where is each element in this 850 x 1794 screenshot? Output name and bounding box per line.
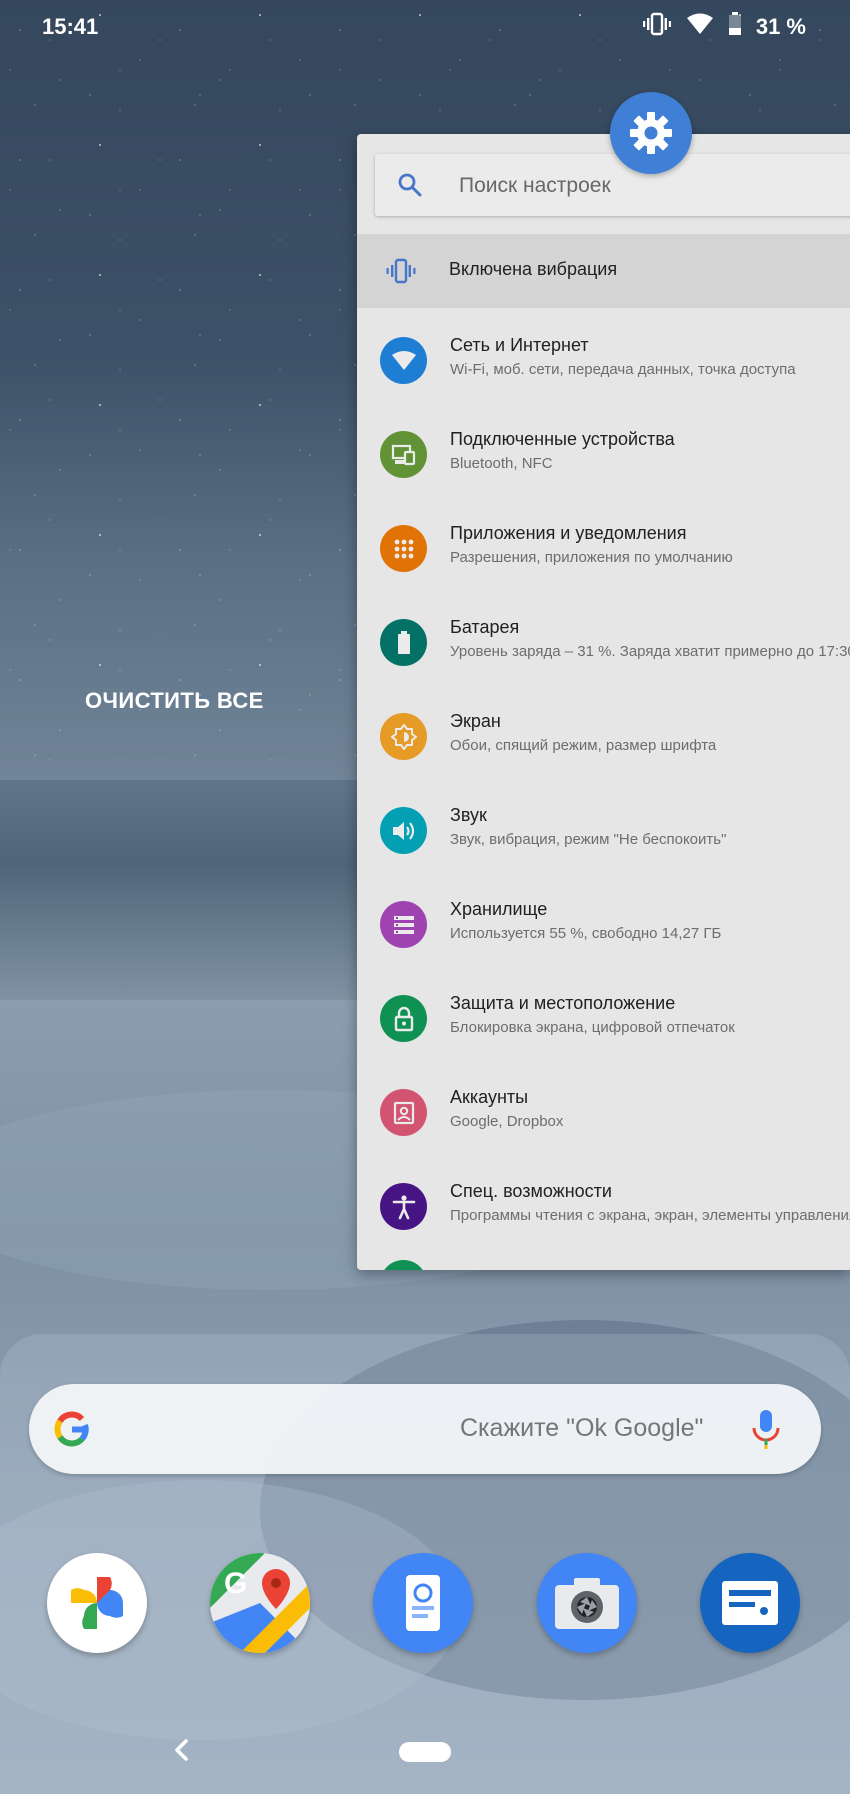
lock-icon [380,995,427,1042]
settings-item-title: Хранилище [450,899,548,919]
vibrate-icon [642,12,672,42]
settings-item-subtitle: Используется 55 %, свободно 14,27 ГБ [450,925,722,942]
battery-icon [728,12,742,42]
settings-item-title: Экран [450,711,501,731]
battery-icon [380,619,427,666]
search-icon [397,172,423,203]
settings-item-subtitle: Уровень заряда – 31 %. Заряда хватит при… [450,643,850,660]
storage-icon [380,901,427,948]
brightness-icon [380,713,427,760]
settings-search-placeholder: Поиск настроек [459,174,611,197]
settings-item-subtitle: Bluetooth, NFC [450,455,553,472]
settings-item-apps[interactable]: Приложения и уведомления Разрешения, при… [357,502,850,596]
account-icon [380,1089,427,1136]
search-hint: Скажите "Ok Google" [460,1414,704,1442]
messages-app[interactable] [700,1553,800,1653]
settings-item-connected-devices[interactable]: Подключенные устройства Bluetooth, NFC [357,408,850,502]
settings-item-sound[interactable]: Звук Звук, вибрация, режим "Не беспокоит… [357,784,850,878]
settings-app-card[interactable]: Поиск настроек Включена вибрация Сеть и … [357,134,850,1270]
accessibility-icon [380,1183,427,1230]
camera-app[interactable] [537,1553,637,1653]
settings-item-network[interactable]: Сеть и Интернет Wi-Fi, моб. сети, переда… [357,314,850,408]
settings-item-title: Сеть и Интернет [450,335,589,355]
gear-icon [630,112,672,154]
settings-item-storage[interactable]: Хранилище Используется 55 %, свободно 14… [357,878,850,972]
maps-icon: G [210,1553,310,1653]
google-logo-icon [51,1408,93,1455]
settings-app-icon[interactable] [610,92,692,174]
settings-item-subtitle: Разрешения, приложения по умолчанию [450,549,733,566]
battery-percent: 31 % [755,14,806,39]
clear-all-button[interactable]: ОЧИСТИТЬ ВСЕ [85,688,264,714]
settings-item-title: Спец. возможности [450,1181,612,1201]
condition-label: Включена вибрация [449,259,618,279]
settings-item-subtitle: Wi-Fi, моб. сети, передача данных, точка… [450,361,796,378]
wifi-icon [686,13,714,41]
next-item-icon [380,1260,427,1270]
settings-item-title: Батарея [450,617,520,637]
settings-item-subtitle: Google, Dropbox [450,1113,564,1130]
microphone-icon[interactable] [751,1408,781,1455]
settings-item-subtitle: Программы чтения с экрана, экран, элемен… [450,1207,850,1224]
settings-item-accessibility[interactable]: Спец. возможности Программы чтения с экр… [357,1160,850,1254]
maps-app[interactable]: G [210,1553,310,1653]
settings-item-title: Защита и местоположение [450,993,676,1013]
settings-item-title: Подключенные устройства [450,429,675,449]
settings-item-title: Аккаунты [450,1087,529,1107]
settings-item-display[interactable]: Экран Обои, спящий режим, размер шрифта [357,690,850,784]
settings-item-accounts[interactable]: Аккаунты Google, Dropbox [357,1066,850,1160]
settings-item-security[interactable]: Защита и местоположение Блокировка экран… [357,972,850,1066]
phone-app[interactable] [373,1553,473,1653]
navigation-bar [0,1710,850,1794]
settings-item-subtitle: Блокировка экрана, цифровой отпечаток [450,1019,735,1036]
volume-icon [380,807,427,854]
settings-item-subtitle: Обои, спящий режим, размер шрифта [450,737,717,754]
phone-icon [406,1575,440,1631]
settings-item-battery[interactable]: Батарея Уровень заряда – 31 %. Заряда хв… [357,596,850,690]
settings-search-bar[interactable]: Поиск настроек [375,154,850,216]
settings-item-title: Приложения и уведомления [450,523,687,543]
apps-icon [380,525,427,572]
status-bar: 15:41 31 % [0,0,850,56]
photos-app[interactable] [47,1553,147,1653]
home-button[interactable] [399,1742,451,1762]
google-search-widget[interactable]: Скажите "Ok Google" [29,1384,821,1474]
back-icon[interactable] [170,1734,194,1771]
settings-item-subtitle: Звук, вибрация, режим "Не беспокоить" [450,831,727,848]
clock: 15:41 [42,14,99,39]
devices-icon [380,431,427,478]
messages-icon [722,1581,778,1625]
vibration-condition-banner[interactable]: Включена вибрация [357,234,850,308]
photos-icon [71,1577,123,1629]
svg-text:G: G [224,1567,247,1600]
camera-icon [555,1578,619,1629]
vibrate-icon [385,258,417,289]
settings-item-title: Звук [450,805,487,825]
wifi-icon [380,337,427,384]
